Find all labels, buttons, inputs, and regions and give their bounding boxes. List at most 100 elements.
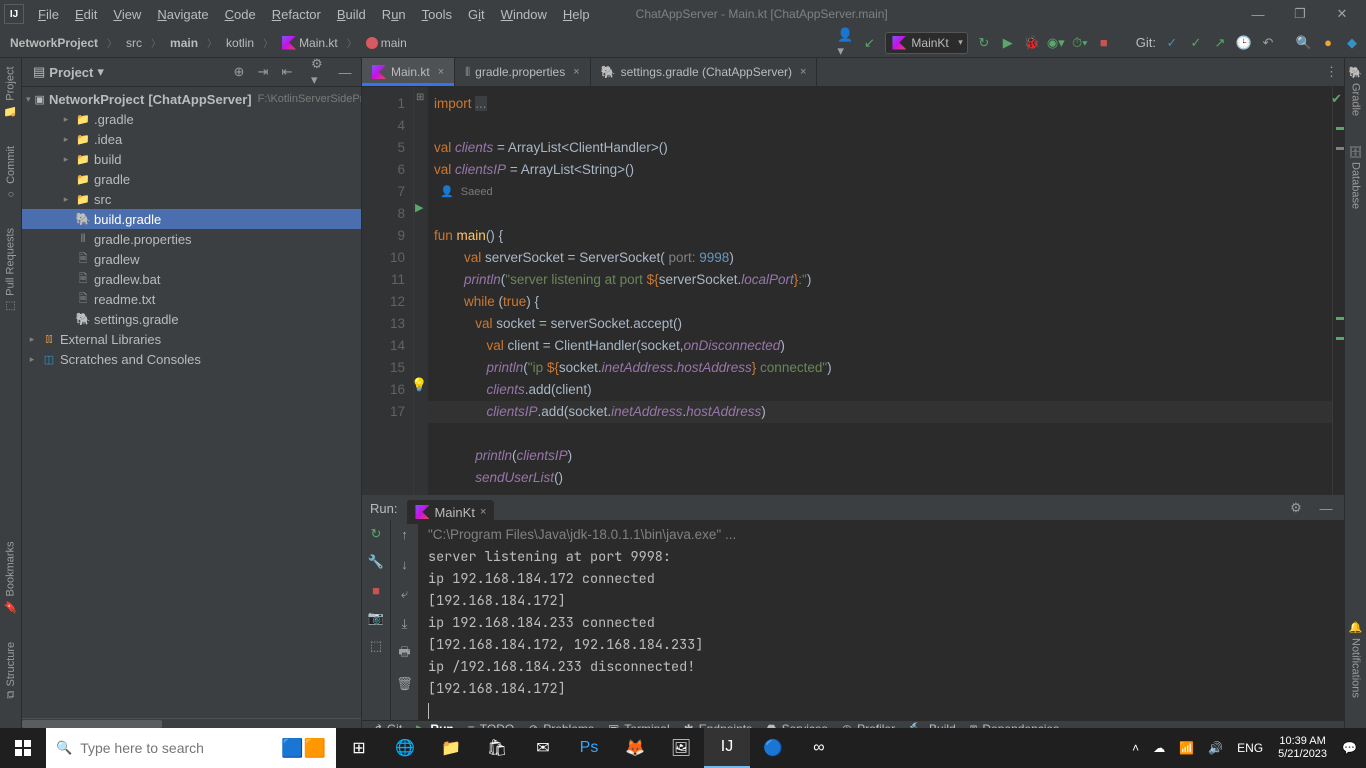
explorer-icon[interactable]: 📁 [428,728,474,768]
dump-threads-button[interactable]: 📷 [366,608,386,628]
tree-item[interactable]: 🗎readme.txt [22,289,361,309]
tree-item[interactable]: ▸📁.gradle [22,109,361,129]
edge-icon[interactable]: 🌐 [382,728,428,768]
search-everywhere-icon[interactable]: 🔍 [1296,35,1312,51]
search-input[interactable] [80,740,273,756]
profile-icon[interactable]: ⏱▾ [1072,35,1088,51]
hide-icon[interactable]: ― [335,62,355,82]
select-opened-icon[interactable]: ⊕ [229,62,249,82]
menu-git[interactable]: Git [462,5,491,24]
breadcrumb-item[interactable]: src [122,34,146,52]
git-update-icon[interactable]: ✓ [1164,35,1180,51]
menu-navigate[interactable]: Navigate [151,5,214,24]
breadcrumb-item[interactable]: NetworkProject [6,34,102,52]
run-tab[interactable]: MainKt × [407,500,494,524]
git-push-icon[interactable]: ↗ [1212,35,1228,51]
stop-run-button[interactable]: ■ [366,580,386,600]
menu-code[interactable]: Code [219,5,262,24]
tool-database[interactable]: 🗄 Database [1349,140,1362,213]
vcs-update-icon[interactable]: ↙ [861,35,877,51]
breadcrumb-item[interactable]: main [166,34,202,52]
tree-item[interactable]: ⫴gradle.properties [22,229,361,249]
run-icon[interactable]: ▶ [1000,35,1016,51]
photoshop-icon[interactable]: Ps [566,728,612,768]
minimize-button[interactable]: ― [1238,2,1278,26]
maximize-button[interactable]: ❐ [1280,2,1320,26]
console-output[interactable]: "C:\Program Files\Java\jdk-18.0.1.1\bin\… [418,520,1344,726]
task-view-icon[interactable]: ⊞ [336,728,382,768]
intention-bulb-icon[interactable]: 💡 [411,377,427,393]
editor-gutter[interactable]: ▶ ⊞ [414,87,428,495]
tab-gradle-properties[interactable]: ⫴gradle.properties× [455,58,591,86]
close-tab-icon[interactable]: × [573,66,579,78]
expand-all-icon[interactable]: ⇥ [253,62,273,82]
scroll-to-end-button[interactable]: ⤓ [395,614,415,634]
tray-chevron-icon[interactable]: ˄ [1127,741,1144,755]
mail-icon[interactable]: ✉ [520,728,566,768]
menu-run[interactable]: Run [376,5,412,24]
tray-language[interactable]: ENG [1232,741,1268,755]
project-tree[interactable]: ▾▣ NetworkProject [ChatAppServer] F:\Kot… [22,87,361,718]
menu-help[interactable]: Help [557,5,596,24]
settings-icon[interactable]: ◆ [1344,35,1360,51]
editor-tabs-more-icon[interactable]: ⋮ [1319,58,1344,86]
layout-button[interactable]: ⬚ [366,636,386,656]
git-history-icon[interactable]: 🕒 [1236,35,1252,51]
tree-item[interactable]: 🗎gradlew.bat [22,269,361,289]
menu-refactor[interactable]: Refactor [266,5,327,24]
tree-item[interactable]: ▸📁.idea [22,129,361,149]
tool-commit[interactable]: ○ Commit [5,142,17,204]
tree-item[interactable]: ▸📁build [22,149,361,169]
rerun-icon[interactable]: ↻ [976,35,992,51]
git-rollback-icon[interactable]: ↶ [1260,35,1276,51]
debug-icon[interactable]: 🐞 [1024,35,1040,51]
menu-window[interactable]: Window [495,5,553,24]
tray-wifi-icon[interactable]: 📶 [1174,741,1199,755]
firefox-icon[interactable]: 🦊 [612,728,658,768]
tray-volume-icon[interactable]: 🔊 [1203,741,1228,755]
tray-clock[interactable]: 10:39 AM5/21/2023 [1272,735,1333,761]
run-config-selector[interactable]: MainKt [885,32,967,54]
ide-upgrade-icon[interactable]: ● [1320,35,1336,51]
collapse-all-icon[interactable]: ⇤ [277,62,297,82]
close-tab-icon[interactable]: × [438,66,444,78]
tree-item[interactable]: 📁gradle [22,169,361,189]
modify-run-button[interactable]: 🔧 [366,552,386,572]
menu-view[interactable]: View [107,5,147,24]
stop-icon[interactable]: ■ [1096,35,1112,51]
app-icon-2[interactable]: ∞ [796,728,842,768]
tree-item[interactable]: ▸📁src [22,189,361,209]
breadcrumb-item[interactable]: Main.kt [278,34,342,52]
project-settings-icon[interactable]: ⚙ ▾ [311,62,331,82]
editor-minimap[interactable]: ✔ [1332,87,1344,495]
start-button[interactable] [0,728,46,768]
breadcrumb-item[interactable]: kotlin [222,34,258,52]
breadcrumb-item[interactable]: main [362,34,411,52]
coverage-icon[interactable]: ◉▾ [1048,35,1064,51]
tree-item[interactable]: 🐘build.gradle [22,209,361,229]
app-icon[interactable]: 🔵 [750,728,796,768]
tray-cloud-icon[interactable]: ☁ [1148,741,1170,755]
menu-edit[interactable]: Edit [69,5,103,24]
horizontal-scrollbar[interactable] [22,720,162,728]
tab-settings-gradle[interactable]: 🐘settings.gradle (ChatAppServer)× [591,58,818,86]
soft-wrap-button[interactable]: ⤶ [395,584,415,604]
tray-notifications-icon[interactable]: 💬 [1337,741,1362,755]
tree-scratches[interactable]: ▸◫Scratches and Consoles [22,349,361,369]
clear-all-button[interactable]: 🗑 [395,674,415,694]
project-pane-title[interactable]: ▤ Project ▾ [28,62,109,82]
intellij-icon[interactable]: IJ [704,728,750,768]
menu-build[interactable]: Build [331,5,372,24]
close-run-tab-icon[interactable]: × [480,506,486,518]
tool-gradle[interactable]: 🐘 Gradle [1349,62,1362,120]
add-config-icon[interactable]: 👤▾ [837,35,853,51]
rerun-button[interactable]: ↻ [366,524,386,544]
scroll-up-button[interactable]: ↑ [395,524,415,544]
menu-file[interactable]: File [32,5,65,24]
close-button[interactable]: ✕ [1322,2,1362,26]
tree-external-libraries[interactable]: ▸⫾⫾External Libraries [22,329,361,349]
tree-item[interactable]: 🗎gradlew [22,249,361,269]
tree-root[interactable]: ▾▣ NetworkProject [ChatAppServer] F:\Kot… [22,89,361,109]
menu-tools[interactable]: Tools [416,5,458,24]
tool-notifications[interactable]: 🔔 Notifications [1349,617,1362,702]
